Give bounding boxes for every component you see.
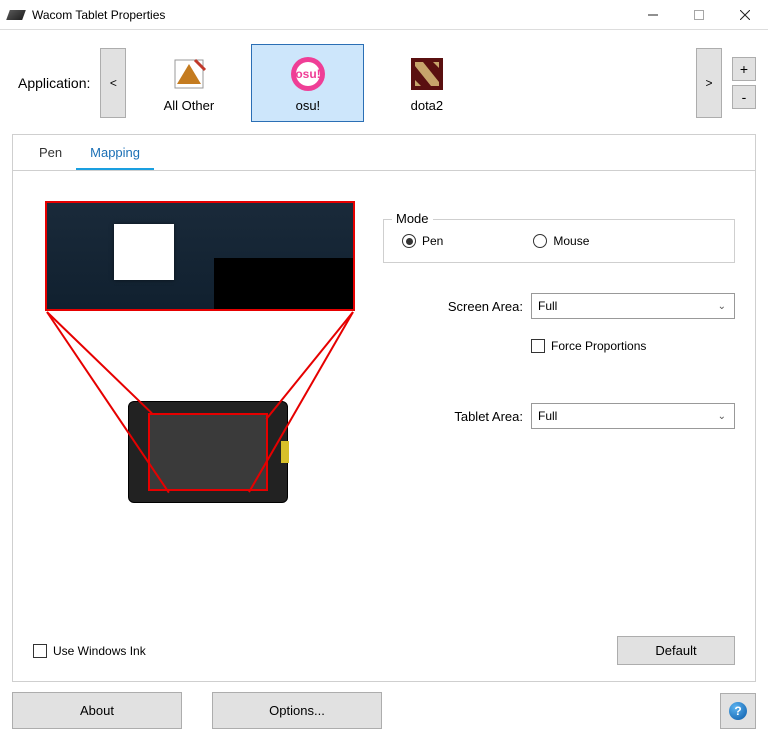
default-button[interactable]: Default <box>617 636 735 665</box>
force-proportions-checkbox[interactable]: Force Proportions <box>531 339 735 353</box>
minimize-button[interactable] <box>630 0 676 30</box>
mode-mouse-radio[interactable]: Mouse <box>533 234 589 248</box>
mode-group: Mode Pen Mouse <box>383 219 735 263</box>
help-icon: ? <box>729 702 747 720</box>
maximize-button[interactable] <box>676 0 722 30</box>
tablet-active-area <box>148 413 268 491</box>
application-row: Application: < All Other osu! osu! <box>0 30 768 128</box>
close-button[interactable] <box>722 0 768 30</box>
app-item-osu[interactable]: osu! osu! <box>251 44 364 122</box>
chevron-down-icon: ⌄ <box>718 411 726 422</box>
tablet-area-label: Tablet Area: <box>383 409 523 424</box>
radio-icon <box>402 234 416 248</box>
windows-ink-label: Use Windows Ink <box>53 644 146 658</box>
mode-pen-label: Pen <box>422 234 443 248</box>
app-item-dota2[interactable]: dota2 <box>370 44 483 122</box>
window-title: Wacom Tablet Properties <box>32 8 630 22</box>
all-other-icon <box>169 54 209 94</box>
about-button[interactable]: About <box>12 692 182 729</box>
options-button[interactable]: Options... <box>212 692 382 729</box>
tabs: Pen Mapping <box>13 135 755 171</box>
screen-preview <box>45 201 355 311</box>
chevron-down-icon: ⌄ <box>718 301 726 312</box>
settings-panel: Pen Mapping Mode Pen <box>12 134 756 682</box>
tablet-area-select[interactable]: Full ⌄ <box>531 403 735 429</box>
titlebar: Wacom Tablet Properties <box>0 0 768 30</box>
mode-pen-radio[interactable]: Pen <box>402 234 443 248</box>
tab-pen[interactable]: Pen <box>25 135 76 170</box>
app-icon <box>6 10 26 20</box>
mode-mouse-label: Mouse <box>553 234 589 248</box>
app-remove-button[interactable]: - <box>732 85 756 109</box>
app-name: osu! <box>296 98 321 113</box>
dota2-icon <box>407 54 447 94</box>
help-button[interactable]: ? <box>720 693 756 729</box>
app-add-button[interactable]: + <box>732 57 756 81</box>
application-label: Application: <box>18 75 90 91</box>
screen-area-select[interactable]: Full ⌄ <box>531 293 735 319</box>
screen-area-label: Screen Area: <box>383 299 523 314</box>
mapping-preview <box>33 201 363 521</box>
app-name: All Other <box>164 98 215 113</box>
radio-icon <box>533 234 547 248</box>
apps-scroll-left[interactable]: < <box>100 48 126 118</box>
windows-ink-checkbox[interactable]: Use Windows Ink <box>33 644 146 658</box>
osu-icon: osu! <box>288 54 328 94</box>
app-name: dota2 <box>411 98 444 113</box>
checkbox-icon <box>531 339 545 353</box>
tablet-area-value: Full <box>538 409 557 423</box>
apps-scroll-right[interactable]: > <box>696 48 722 118</box>
checkbox-icon <box>33 644 47 658</box>
mode-group-label: Mode <box>392 211 433 226</box>
svg-text:osu!: osu! <box>295 67 320 81</box>
app-item-all-other[interactable]: All Other <box>132 44 245 122</box>
tablet-key-indicator <box>281 441 289 463</box>
footer: About Options... ? <box>0 692 768 741</box>
tab-mapping[interactable]: Mapping <box>76 135 154 170</box>
screen-area-value: Full <box>538 299 557 313</box>
force-proportions-label: Force Proportions <box>551 339 646 353</box>
